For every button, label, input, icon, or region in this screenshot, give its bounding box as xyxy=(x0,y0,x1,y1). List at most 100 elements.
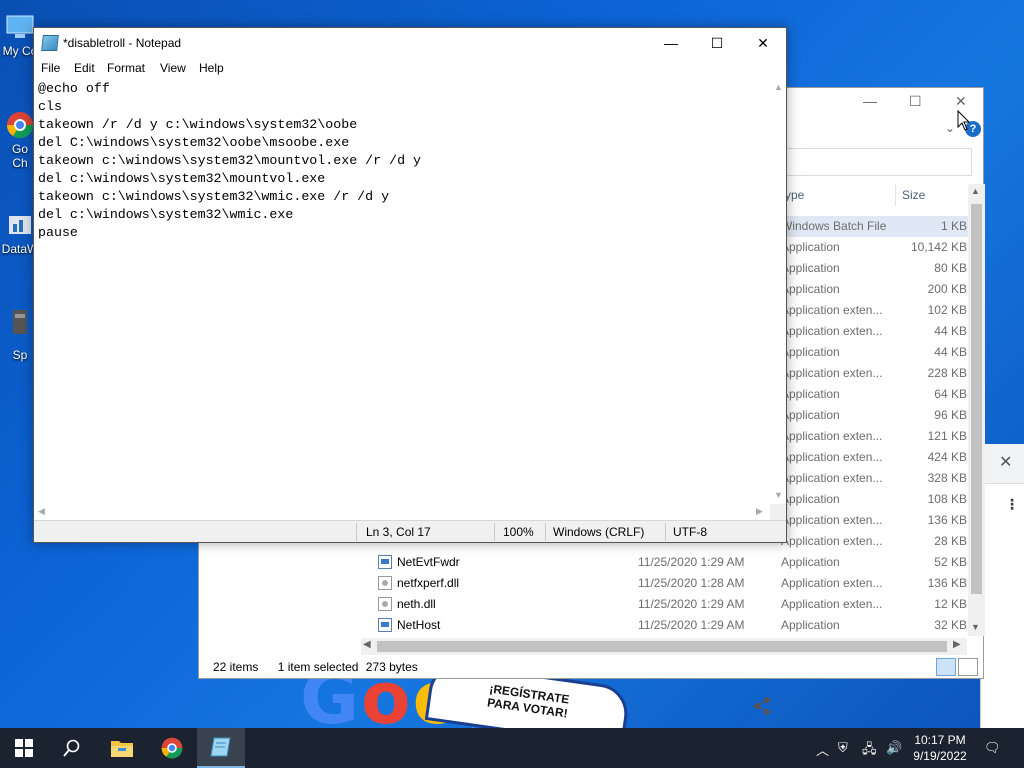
explorer-status-bar: 22 items 1 item selected 273 bytes xyxy=(213,660,418,674)
selection-size: 273 bytes xyxy=(365,660,418,674)
expand-ribbon-icon[interactable]: ⌄ xyxy=(945,121,955,135)
line-ending: Windows (CRLF) xyxy=(553,525,645,539)
browser-window: ✕ ⋮ xyxy=(980,444,1024,728)
horizontal-scrollbar[interactable]: ◀ ▶ xyxy=(34,504,770,520)
encoding: UTF-8 xyxy=(673,525,707,539)
file-size: 52 KB xyxy=(934,555,967,569)
close-button[interactable]: ✕ xyxy=(740,28,786,58)
menu-file[interactable]: File xyxy=(41,61,60,75)
menu-view[interactable]: View xyxy=(160,61,186,75)
file-type: Windows Batch File xyxy=(781,219,887,233)
close-icon[interactable]: ✕ xyxy=(999,452,1012,472)
file-size: 80 KB xyxy=(934,261,967,275)
large-icons-view-button[interactable] xyxy=(958,658,978,676)
vertical-scrollbar[interactable]: ▲ ▼ xyxy=(968,184,985,636)
taskbar-file-explorer[interactable] xyxy=(98,728,146,768)
security-icon[interactable]: ⛨ xyxy=(838,740,848,756)
file-size: 328 KB xyxy=(927,471,967,485)
minimize-button[interactable]: — xyxy=(648,28,694,58)
vertical-scrollbar[interactable]: ▲ ▼ xyxy=(770,78,786,504)
file-type: Application xyxy=(781,345,840,359)
datawrapper-icon xyxy=(9,216,31,234)
taskbar: ︿ ⛨ 🖧 🔊 10:17 PM 9/19/2022 🗨 xyxy=(0,728,1024,768)
file-size: 200 KB xyxy=(927,282,967,296)
title-bar[interactable]: *disabletroll - Notepad — ☐ ✕ xyxy=(34,28,786,58)
file-type: Application exten... xyxy=(781,429,883,443)
column-divider[interactable] xyxy=(895,184,896,206)
file-size: 44 KB xyxy=(934,345,967,359)
file-name: neth.dll xyxy=(397,597,436,611)
file-type: Application exten... xyxy=(781,366,883,380)
notepad-icon xyxy=(41,35,59,51)
volume-icon[interactable]: 🔊 xyxy=(886,740,902,756)
details-view-button[interactable] xyxy=(936,658,956,676)
notifications-icon[interactable]: 🗨 xyxy=(984,740,1001,756)
file-size: 44 KB xyxy=(934,324,967,338)
scroll-right-icon[interactable]: ▶ xyxy=(953,639,961,650)
scroll-left-icon[interactable]: ◀ xyxy=(363,639,371,650)
file-date: 11/25/2020 1:29 AM xyxy=(638,618,745,632)
search-button[interactable] xyxy=(48,728,96,768)
file-size: 12 KB xyxy=(934,597,967,611)
file-type: Application exten... xyxy=(781,450,883,464)
google-doodle[interactable]: Google ¡REGÍSTRATE PARA VOTAR! xyxy=(300,678,780,728)
scroll-right-icon[interactable]: ▶ xyxy=(756,506,763,517)
file-type: Application xyxy=(781,240,840,254)
start-button[interactable] xyxy=(0,728,48,768)
scroll-down-icon[interactable]: ▼ xyxy=(971,622,980,632)
minimize-button[interactable]: — xyxy=(863,93,877,109)
taskbar-notepad[interactable] xyxy=(197,728,245,768)
google-chrome-icon xyxy=(6,112,34,139)
file-type: Application exten... xyxy=(781,513,883,527)
file-row[interactable]: neth.dll 11/25/2020 1:29 AM Application … xyxy=(199,594,969,615)
scroll-up-icon[interactable]: ▲ xyxy=(774,82,783,92)
notepad-icon xyxy=(210,737,231,757)
scroll-thumb[interactable] xyxy=(971,204,982,594)
menu-edit[interactable]: Edit xyxy=(74,61,95,75)
share-icon[interactable] xyxy=(752,696,772,721)
mouse-cursor-icon xyxy=(957,110,971,131)
search-input[interactable]: os xyxy=(759,148,972,176)
status-divider xyxy=(665,523,666,541)
window-title: *disabletroll - Notepad xyxy=(63,36,182,50)
zoom-level: 100% xyxy=(503,525,534,539)
file-type: Application xyxy=(781,492,840,506)
clock-time: 10:17 PM xyxy=(914,733,966,747)
resize-grip[interactable] xyxy=(770,504,786,520)
text-editor[interactable]: @echo off cls takeown /r /d y c:\windows… xyxy=(38,80,772,242)
file-row[interactable]: NetHost 11/25/2020 1:29 AM Application 3… xyxy=(199,615,969,636)
taskbar-chrome[interactable] xyxy=(148,728,196,768)
column-header-type[interactable]: ype xyxy=(785,188,804,202)
maximize-button[interactable]: ☐ xyxy=(694,28,740,58)
network-icon[interactable]: 🖧 xyxy=(862,740,877,762)
dll-file-icon xyxy=(378,597,392,611)
maximize-button[interactable]: ☐ xyxy=(909,93,922,110)
close-button[interactable]: ✕ xyxy=(955,93,967,110)
file-type: Application exten... xyxy=(781,324,883,338)
file-row[interactable]: netfxperf.dll 11/25/2020 1:28 AM Applica… xyxy=(199,573,969,594)
file-name: NetEvtFwdr xyxy=(397,555,460,569)
horizontal-scrollbar[interactable]: ◀ ▶ xyxy=(361,638,967,655)
scroll-up-icon[interactable]: ▲ xyxy=(971,186,980,196)
status-divider xyxy=(494,523,495,541)
system-clock[interactable]: 10:17 PM 9/19/2022 xyxy=(908,732,972,764)
file-size: 136 KB xyxy=(927,576,967,590)
show-hidden-icons-chevron-icon[interactable]: ︿ xyxy=(816,740,829,759)
this-pc-icon xyxy=(6,15,34,38)
file-type: Application exten... xyxy=(781,534,883,548)
scroll-left-icon[interactable]: ◀ xyxy=(38,506,45,517)
browser-tabstrip: ✕ xyxy=(981,444,1024,484)
file-date: 11/25/2020 1:29 AM xyxy=(638,597,745,611)
file-size: 228 KB xyxy=(927,366,967,380)
notepad-window[interactable]: *disabletroll - Notepad — ☐ ✕ File Edit … xyxy=(33,27,787,543)
column-header-size[interactable]: Size xyxy=(902,188,925,202)
file-row[interactable]: NetEvtFwdr 11/25/2020 1:29 AM Applicatio… xyxy=(199,552,969,573)
menu-help[interactable]: Help xyxy=(199,61,224,75)
scroll-thumb[interactable] xyxy=(377,641,947,652)
menu-format[interactable]: Format xyxy=(107,61,145,75)
file-type: Application xyxy=(781,387,840,401)
more-menu-icon[interactable]: ⋮ xyxy=(1005,496,1019,513)
scroll-down-icon[interactable]: ▼ xyxy=(774,490,783,500)
folder-icon xyxy=(111,741,133,757)
google-chrome-icon xyxy=(161,737,183,759)
